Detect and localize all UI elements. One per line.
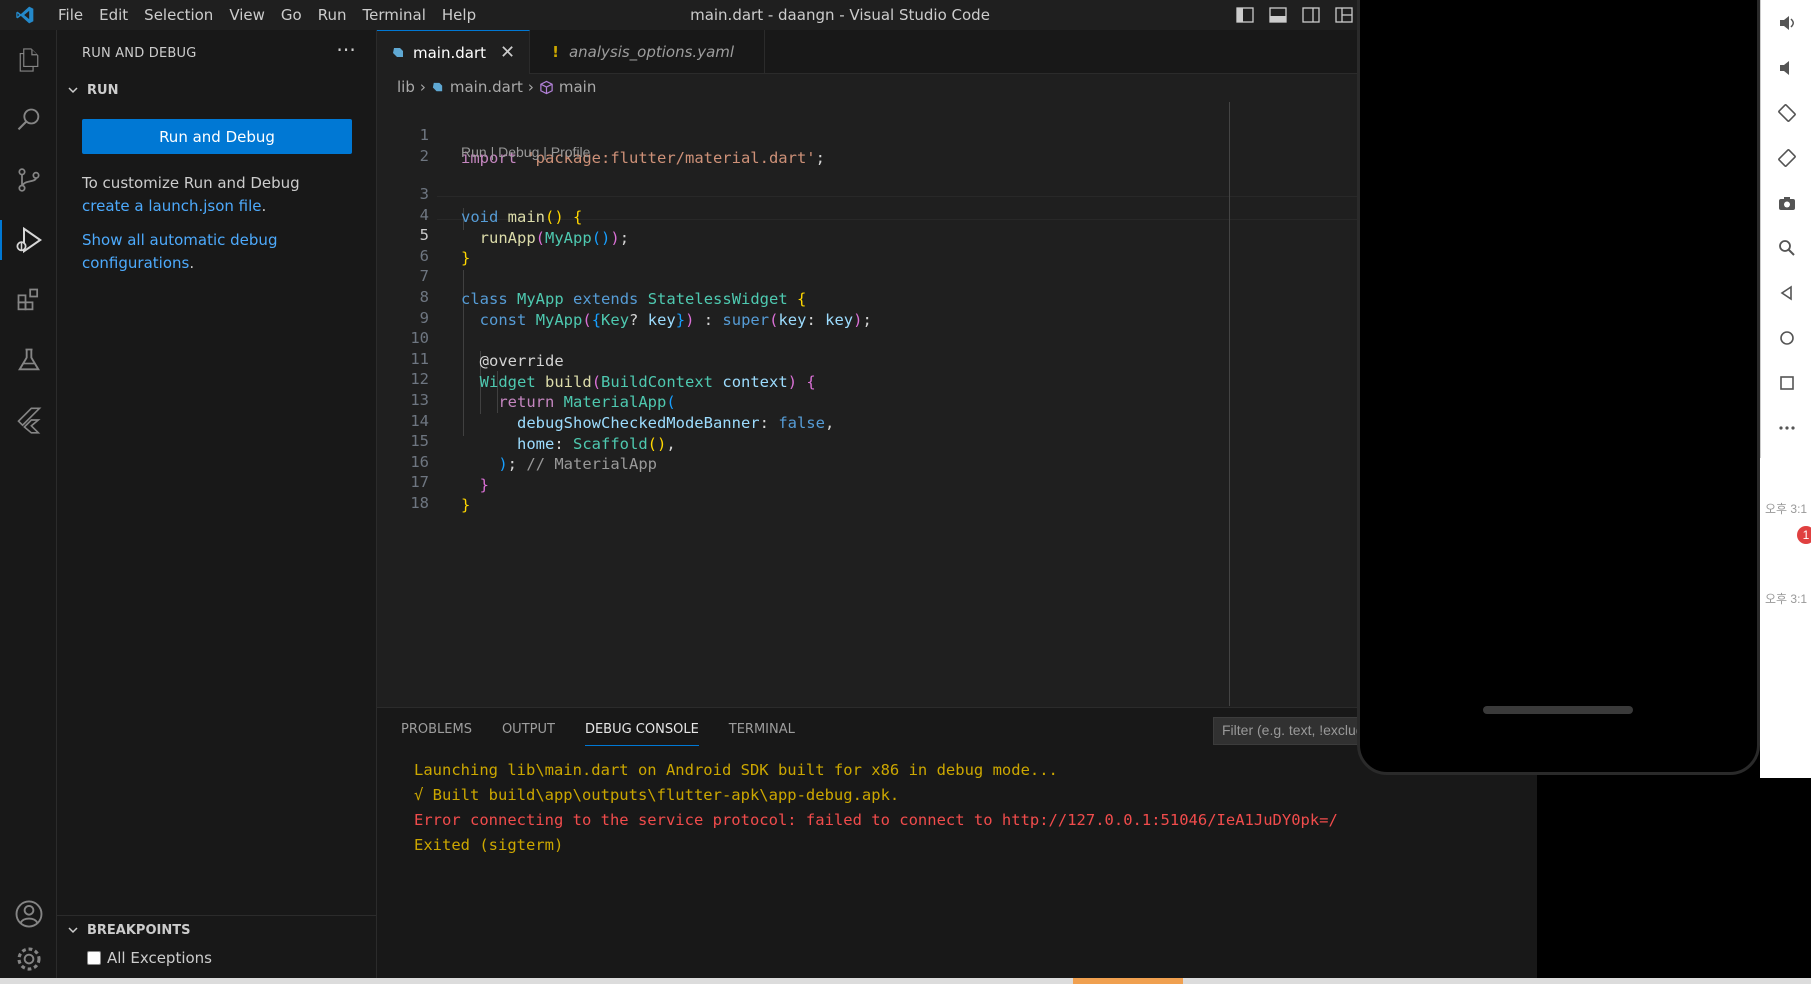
sidebar-title: RUN AND DEBUG [82,45,197,61]
console-line: Exited (sigterm) [414,836,564,854]
line-number: 18 [410,493,429,512]
chevron-down-icon [65,922,81,938]
run-and-debug-icon[interactable] [0,210,57,270]
volume-down-icon[interactable] [1761,45,1811,90]
all-exceptions-label: All Exceptions [107,949,212,967]
console-error-line: Error connecting to the service protocol… [414,811,1338,829]
toggle-secondary-sidebar-icon[interactable] [1294,0,1327,30]
codelens-run-debug-profile[interactable]: Run | Debug | Profile [461,144,590,160]
breakpoint-all-exceptions: All Exceptions [57,944,377,972]
emulator-toolbar [1760,0,1811,458]
symbol-method-icon [539,80,554,95]
notification-badge: 1 [1797,526,1811,544]
tab-debug-console[interactable]: DEBUG CONSOLE [584,708,699,752]
search-icon[interactable] [0,90,57,150]
tab-terminal[interactable]: TERMINAL [729,708,795,752]
menu-edit[interactable]: Edit [91,0,136,30]
title-bar: File Edit Selection View Go Run Terminal… [0,0,1360,30]
zoom-icon[interactable] [1761,225,1811,270]
dart-file-icon [391,46,405,60]
rotate-right-icon[interactable] [1761,135,1811,180]
customize-prefix: To customize Run and Debug [82,174,300,192]
vscode-logo-icon[interactable] [0,0,50,30]
tab-analysis-options[interactable]: ! analysis_options.yaml [530,30,766,74]
android-emulator-window [1357,0,1760,775]
all-exceptions-checkbox[interactable] [87,951,101,965]
explorer-icon[interactable] [0,30,57,90]
editor-ruler [1229,102,1230,706]
close-tab-icon[interactable]: ✕ [500,42,515,63]
chevron-right-icon: › [527,78,534,96]
breakpoints-header[interactable]: BREAKPOINTS [57,916,377,944]
customize-suffix: . [261,197,267,215]
show-configs-text: Show all automatic debug configurations. [82,229,351,275]
tab-output[interactable]: OUTPUT [502,708,555,752]
layout-controls [1228,0,1360,30]
tab-problems[interactable]: PROBLEMS [401,708,472,752]
run-section-header[interactable]: RUN [57,76,376,104]
breakpoints-section: BREAKPOINTS All Exceptions [57,915,377,972]
menu-run[interactable]: Run [310,0,355,30]
menu-bar: File Edit Selection View Go Run Terminal… [50,0,484,30]
menu-view[interactable]: View [221,0,273,30]
code-line: 18 [377,468,433,512]
overview-icon[interactable] [1761,360,1811,405]
toggle-primary-sidebar-icon[interactable] [1228,0,1261,30]
menu-help[interactable]: Help [434,0,484,30]
testing-icon[interactable] [0,330,57,390]
customize-text: To customize Run and Debug create a laun… [82,172,351,218]
breadcrumb-symbol[interactable]: main [559,78,596,96]
tab-label: analysis_options.yaml [568,43,735,61]
emulator-screen[interactable] [1357,0,1760,775]
chat-timestamp: 오후 3:1 [1765,592,1808,606]
home-icon[interactable] [1761,315,1811,360]
taskbar-active-item[interactable] [1073,978,1183,984]
chevron-right-icon: › [419,78,426,96]
run-section-label: RUN [87,82,119,98]
flutter-icon[interactable] [0,390,57,450]
accounts-icon[interactable] [0,884,57,944]
more-actions-icon[interactable]: ··· [336,38,356,62]
customize-layout-icon[interactable] [1327,0,1360,30]
show-suffix: . [189,254,195,272]
sidebar-header: RUN AND DEBUG ··· [57,30,376,76]
breadcrumb-file[interactable]: main.dart [450,78,523,96]
chat-timestamp: 오후 3:1 [1765,502,1808,516]
toggle-panel-icon[interactable] [1261,0,1294,30]
back-icon[interactable] [1761,270,1811,315]
tab-main-dart[interactable]: main.dart ✕ [377,30,531,74]
rotate-left-icon[interactable] [1761,90,1811,135]
editor-tabs: main.dart ✕ ! analysis_options.yaml [377,30,1360,74]
editor-area: main.dart ✕ ! analysis_options.yaml lib … [377,30,1360,707]
source-control-icon[interactable] [0,150,57,210]
show-automatic-debug-configurations-link[interactable]: Show all automatic debug configurations [82,231,277,272]
window-title: main.dart - daangn - Visual Studio Code [690,6,990,24]
menu-go[interactable]: Go [273,0,310,30]
breadcrumb: lib › main.dart › main [377,74,1360,100]
console-line: √ Built build\app\outputs\flutter-apk\ap… [414,786,900,804]
warning-icon: ! [552,43,559,61]
volume-up-icon[interactable] [1761,0,1811,45]
chevron-down-icon [65,82,81,98]
tab-label: main.dart [413,43,487,62]
menu-terminal[interactable]: Terminal [355,0,434,30]
run-and-debug-sidebar: RUN AND DEBUG ··· RUN Run and Debug To c… [57,30,377,984]
dart-file-icon [431,81,444,94]
camera-icon[interactable] [1761,180,1811,225]
run-and-debug-button[interactable]: Run and Debug [82,119,352,154]
breakpoints-label: BREAKPOINTS [87,922,191,938]
menu-file[interactable]: File [50,0,91,30]
menu-selection[interactable]: Selection [136,0,221,30]
taskbar-edge [0,978,1811,984]
breadcrumb-lib[interactable]: lib [397,78,415,96]
extensions-icon[interactable] [0,270,57,330]
more-options-icon[interactable] [1761,405,1811,450]
code-line: 2 [377,121,433,165]
activity-bar [0,30,57,984]
gesture-home-bar[interactable] [1483,706,1633,714]
create-launch-json-link[interactable]: create a launch.json file [82,197,262,215]
